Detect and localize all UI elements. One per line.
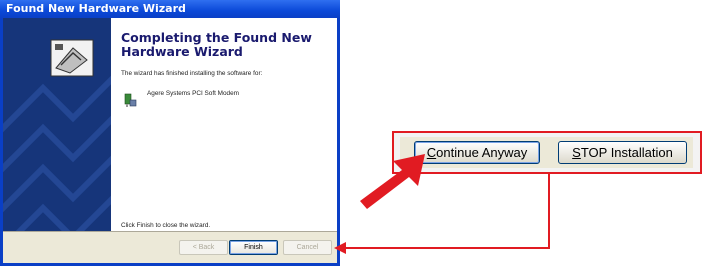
connector-line — [334, 172, 550, 254]
pointer-arrow-icon — [360, 154, 425, 209]
annotation-overlay — [334, 154, 550, 254]
